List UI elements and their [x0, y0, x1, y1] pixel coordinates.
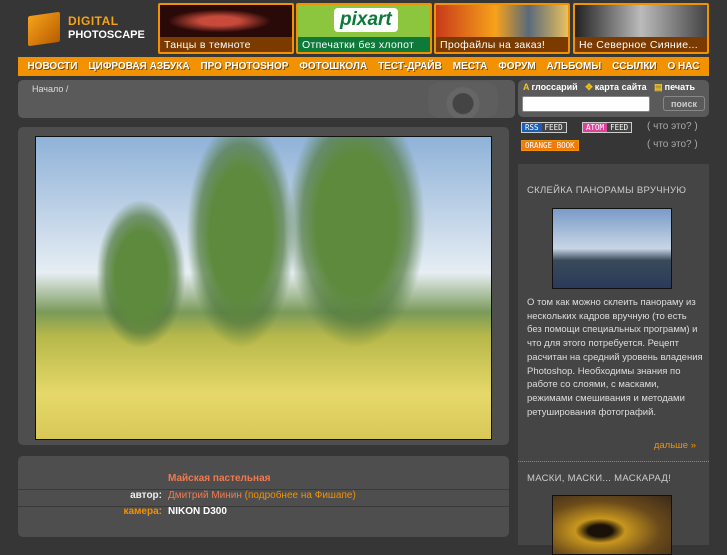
camera-label: камера:: [123, 506, 162, 517]
banner-image: [160, 5, 292, 37]
feed-help: ( что это? ): [647, 139, 698, 150]
banner-caption: Танцы в темноте: [160, 37, 292, 52]
article-title[interactable]: СКЛЕЙКА ПАНОРАМЫ ВРУЧНУЮ: [527, 185, 686, 196]
photo-panel: [18, 127, 509, 445]
banner-dance[interactable]: Танцы в темноте: [158, 3, 294, 54]
banner-profiles[interactable]: Профайлы на заказ!: [434, 3, 570, 54]
feed-label: FEED: [607, 123, 632, 132]
nav-about[interactable]: О НАС: [667, 61, 699, 72]
atom-label: ATOM: [583, 123, 608, 132]
glossary-icon: A: [523, 82, 530, 92]
breadcrumb-home[interactable]: Начало /: [32, 84, 68, 94]
nav-places[interactable]: МЕСТА: [453, 61, 488, 72]
nav-digital-abc[interactable]: ЦИФРОВАЯ АЗБУКА: [88, 61, 189, 72]
camera-icon: [428, 82, 498, 118]
banner-caption: Профайлы на заказ!: [436, 37, 568, 52]
glossary-link[interactable]: Aглоссарий: [523, 82, 578, 92]
camera-value: NIKON D300: [168, 506, 227, 517]
banner-image: [575, 5, 707, 37]
rss-feed-button[interactable]: RSS FEED: [521, 122, 567, 133]
atom-feed-button[interactable]: ATOM FEED: [582, 122, 633, 133]
article-title[interactable]: МАСКИ, МАСКИ... МАСКАРАД!: [527, 473, 671, 484]
feed-label: FEED: [541, 123, 566, 132]
print-link[interactable]: ▤ печать: [654, 82, 695, 92]
photo-info: Майская пастельная автор: Дмитрий Минин …: [18, 456, 509, 537]
search-button[interactable]: поиск: [663, 96, 705, 111]
banner-aurora[interactable]: Не Северное Сияние...: [573, 3, 709, 54]
sitemap-icon: ✥: [585, 82, 593, 92]
banner-caption: Не Северное Сияние...: [575, 37, 707, 52]
orange-book-button[interactable]: ORANGE BOOK: [521, 140, 579, 151]
banner-caption: Отпечатки без хлопот: [298, 37, 430, 52]
nav-photoschool[interactable]: ФОТОШКОЛА: [299, 61, 367, 72]
logo-line2: PHOTOSCAPE: [68, 29, 145, 41]
orange-book-label: ORANGE BOOK: [522, 141, 578, 150]
main-photo[interactable]: [35, 136, 492, 440]
breadcrumb: Начало /: [18, 80, 515, 118]
sitemap-link[interactable]: ✥ карта сайта: [585, 82, 646, 92]
feed-help: ( что это? ): [647, 121, 698, 132]
logo-line1: DIGITAL: [68, 14, 119, 28]
nav-news[interactable]: НОВОСТИ: [27, 61, 77, 72]
what-is-this-link[interactable]: что это?: [653, 139, 692, 150]
nav-test-drive[interactable]: ТЕСТ-ДРАЙВ: [378, 61, 442, 72]
panorama-thumbnail[interactable]: [552, 208, 672, 289]
nav-links[interactable]: ССЫЛКИ: [612, 61, 657, 72]
nav-albums[interactable]: АЛЬБОМЫ: [547, 61, 602, 72]
more-link[interactable]: дальше »: [654, 440, 696, 451]
pixart-logo: pixart: [334, 8, 398, 32]
camera-row: камера: NIKON D300: [18, 500, 509, 523]
rss-label: RSS: [522, 123, 542, 132]
search-input[interactable]: [522, 96, 650, 112]
main-nav: НОВОСТИ ЦИФРОВАЯ АЗБУКА ПРО PHOTOSHOP ФО…: [18, 57, 709, 76]
search-panel: Aглоссарий ✥ карта сайта ▤ печать поиск: [518, 80, 709, 117]
logo-cursor-icon: [28, 11, 60, 47]
article-summary: О том как можно склеить панораму из неск…: [527, 297, 703, 418]
nav-forum[interactable]: ФОРУМ: [498, 61, 535, 72]
print-icon: ▤: [654, 82, 663, 92]
mask-thumbnail[interactable]: [552, 495, 672, 555]
site-logo[interactable]: DIGITAL PHOTOSCAPE: [28, 11, 148, 48]
sidebar: СКЛЕЙКА ПАНОРАМЫ ВРУЧНУЮ О том как можно…: [518, 164, 709, 555]
banner-pixart[interactable]: pixart Отпечатки без хлопот: [296, 3, 432, 54]
banner-image: [436, 5, 568, 37]
what-is-this-link[interactable]: что это?: [653, 121, 692, 132]
divider: [518, 461, 709, 462]
nav-photoshop[interactable]: ПРО PHOTOSHOP: [200, 61, 288, 72]
